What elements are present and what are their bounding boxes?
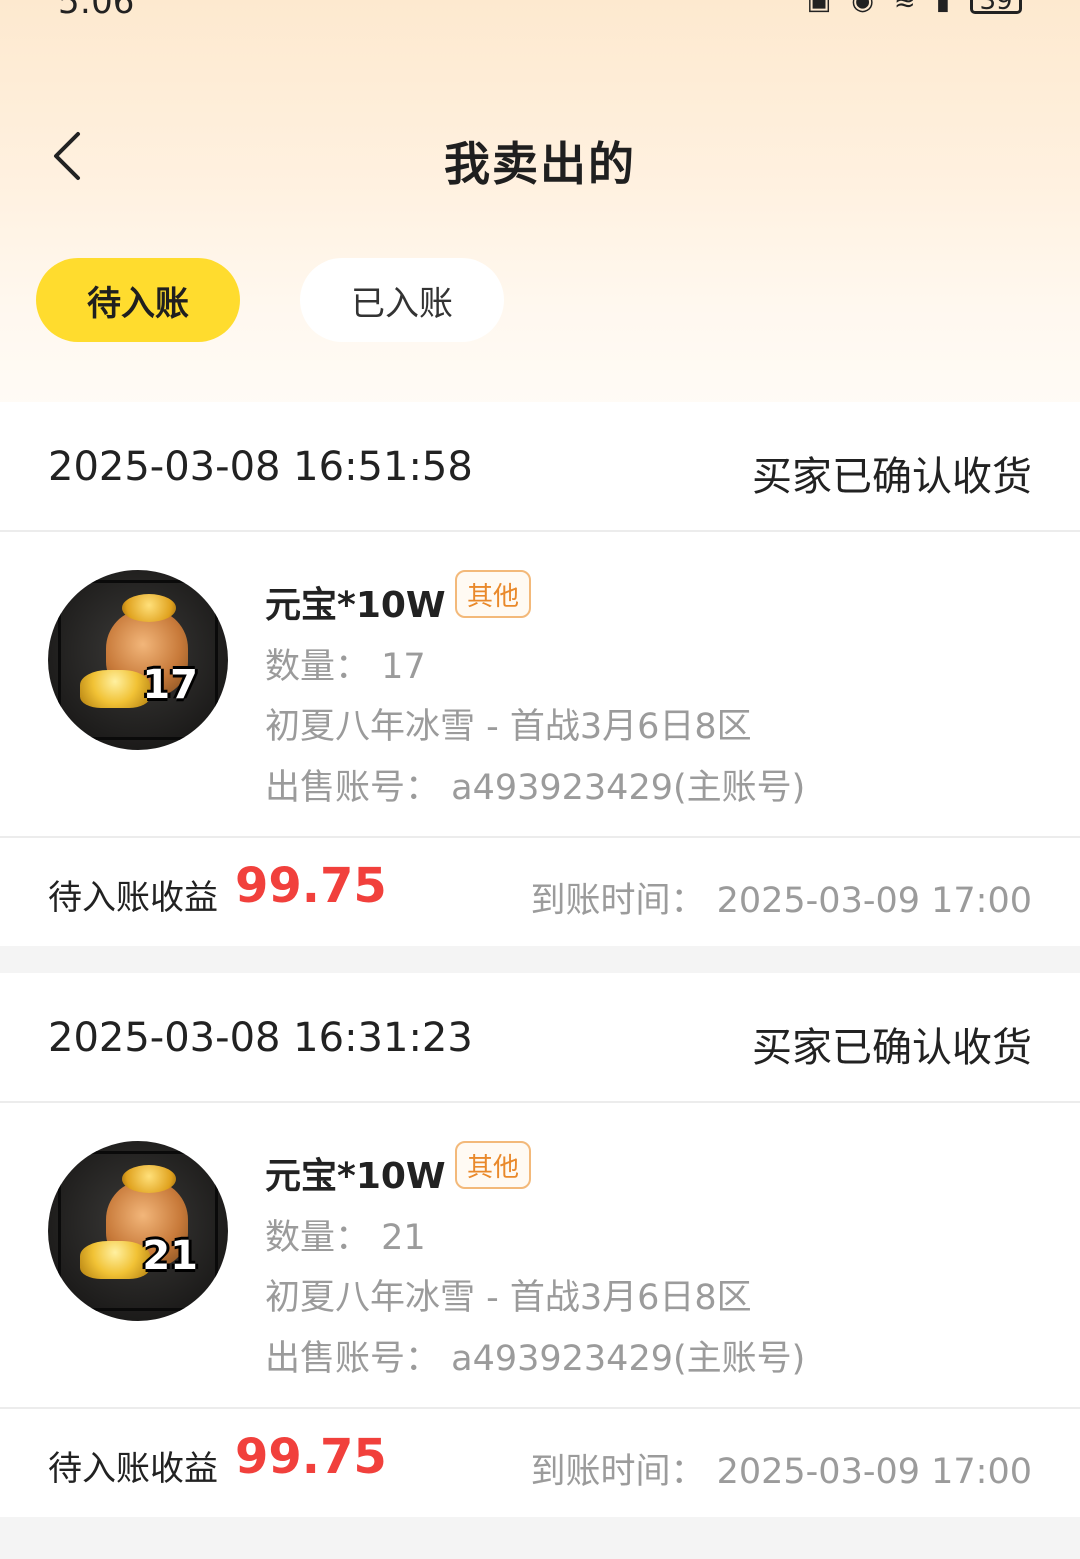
wifi-icon: ≋ [893,0,916,16]
order-date: 2025-03-08 16:31:23 [48,1015,473,1061]
status-icons: ▣ ◉ ≋ ▮ 39 [807,0,1022,16]
order-status: 买家已确认收货 [752,1025,1032,1071]
item-server: 初夏八年冰雪 - 首战3月6日8区 [265,1278,752,1318]
seller-account: 出售账号： a493923429(主账号) [265,768,806,808]
item-tag: 其他 [455,1141,531,1189]
order-body: 21 元宝*10W 其他 数量： 21 初夏八年冰雪 - 首战3月6日8区 出售… [0,1103,1080,1409]
gold-ingot-icon [80,1241,150,1279]
order-footer: 待入账收益 99.75 到账时间： 2025-03-09 17:00 [0,1409,1080,1517]
status-bar: 5:06 ▣ ◉ ≋ ▮ 39 [0,0,1080,26]
earnings-amount: 99.75 [235,1429,387,1485]
item-name: 元宝*10W [265,585,446,626]
arrival-time: 到账时间： 2025-03-09 17:00 [530,881,1032,921]
item-thumbnail: 17 [48,570,228,750]
status-time: 5:06 [58,0,135,22]
item-server: 初夏八年冰雪 - 首战3月6日8区 [265,707,752,747]
gold-coins-icon [122,594,176,622]
item-name: 元宝*10W [265,1156,446,1197]
arrival-time: 到账时间： 2025-03-09 17:00 [530,1452,1032,1492]
earnings-label: 待入账收益 [48,1449,218,1489]
order-body: 17 元宝*10W 其他 数量： 17 初夏八年冰雪 - 首战3月6日8区 出售… [0,532,1080,838]
order-card[interactable]: 2025-03-08 16:31:23 买家已确认收货 21 元宝*10W 其他… [0,973,1080,1517]
seller-account: 出售账号： a493923429(主账号) [265,1339,806,1379]
earnings-amount: 99.75 [235,858,387,914]
alarm-icon: ◉ [851,0,874,16]
item-tag: 其他 [455,570,531,618]
thumbnail-quantity: 21 [142,1233,198,1279]
battery-icon: 39 [970,0,1022,14]
order-card[interactable]: 2025-03-08 16:51:58 买家已确认收货 17 元宝*10W 其他… [0,402,1080,946]
order-header: 2025-03-08 16:51:58 买家已确认收货 [0,402,1080,532]
nfc-icon: ▣ [806,0,832,16]
order-status: 买家已确认收货 [752,454,1032,500]
gold-coins-icon [122,1165,176,1193]
item-thumbnail: 21 [48,1141,228,1321]
tab-settled[interactable]: 已入账 [300,258,504,342]
order-header: 2025-03-08 16:31:23 买家已确认收货 [0,973,1080,1103]
thumbnail-quantity: 17 [142,662,198,708]
signal-icon: ▮ [935,0,950,16]
order-footer: 待入账收益 99.75 到账时间： 2025-03-09 17:00 [0,838,1080,946]
item-quantity: 数量： 21 [265,1218,426,1258]
gold-ingot-icon [80,670,150,708]
header-background [0,0,1080,410]
earnings-label: 待入账收益 [48,878,218,918]
item-quantity: 数量： 17 [265,647,426,687]
page-title: 我卖出的 [444,137,636,191]
tab-pending[interactable]: 待入账 [36,258,240,342]
order-date: 2025-03-08 16:51:58 [48,444,473,490]
